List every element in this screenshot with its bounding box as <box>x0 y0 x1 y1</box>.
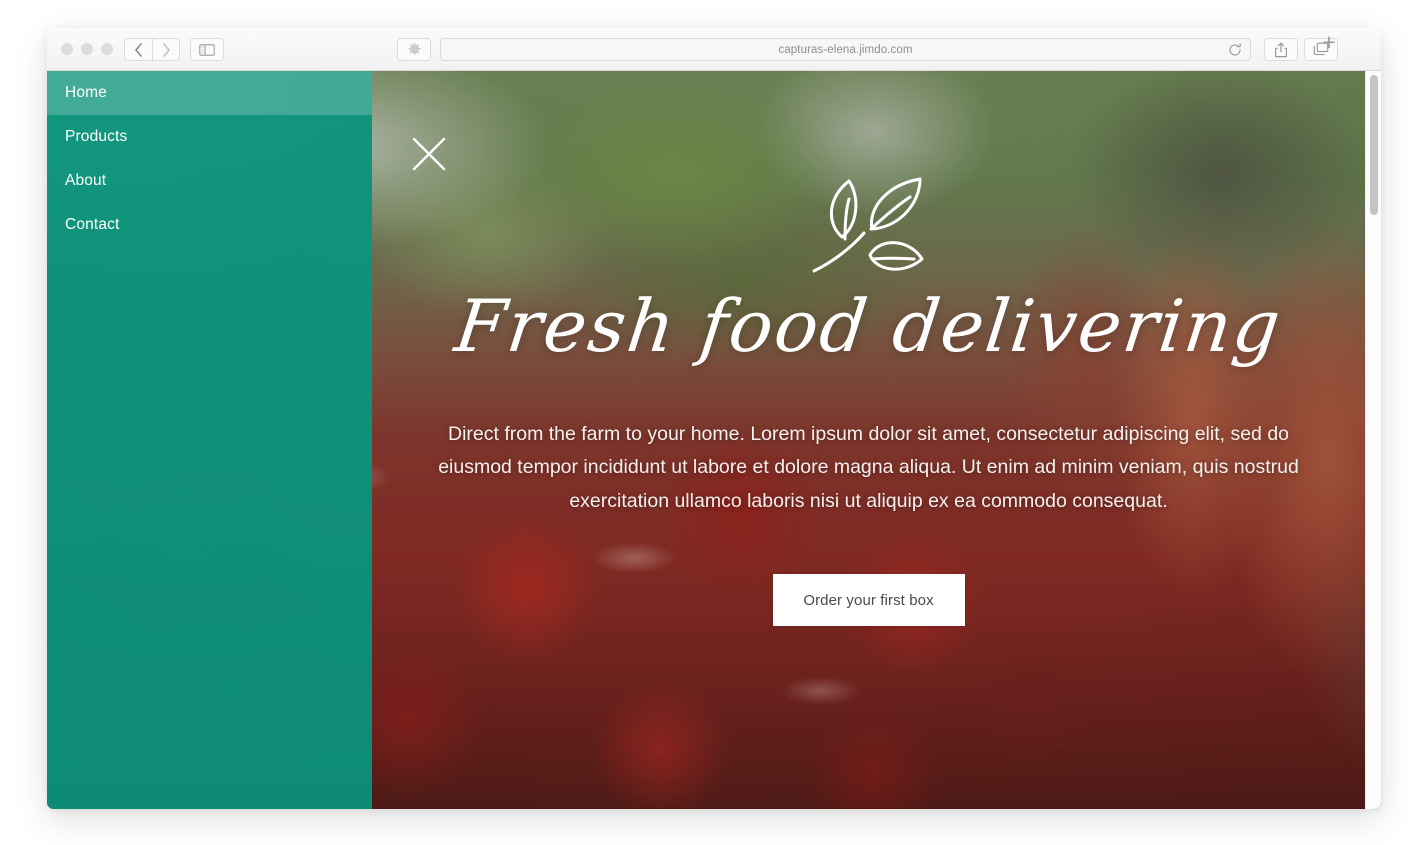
hero-headline: Fresh food delivering <box>450 284 1287 368</box>
desktop-backdrop: capturas-elena.jimdo.com Home Products A… <box>0 0 1427 845</box>
chevron-left-icon <box>135 42 142 57</box>
page-viewport: Home Products About Contact Fresh food d… <box>47 71 1381 809</box>
sidebar-item-label: Home <box>65 84 107 101</box>
address-bar[interactable]: capturas-elena.jimdo.com <box>440 38 1251 61</box>
sidebar-item-products[interactable]: Products <box>47 115 372 159</box>
sidebar-item-label: About <box>65 172 107 189</box>
cta-label: Order your first box <box>803 591 934 609</box>
sidebar-item-home[interactable]: Home <box>47 71 372 115</box>
browser-window: capturas-elena.jimdo.com Home Products A… <box>47 28 1381 809</box>
sidebar-item-about[interactable]: About <box>47 159 372 203</box>
close-window-button[interactable] <box>61 43 73 55</box>
sidebar-toggle-button[interactable] <box>190 38 224 61</box>
leaf-sprig-logo <box>812 177 923 273</box>
new-tab-label: + <box>1322 29 1336 55</box>
reload-button[interactable] <box>1227 42 1243 58</box>
back-button[interactable] <box>124 38 152 61</box>
zoom-window-button[interactable] <box>101 43 113 55</box>
share-button[interactable] <box>1264 38 1298 61</box>
scrollbar-thumb[interactable] <box>1370 75 1378 215</box>
close-icon <box>412 137 446 171</box>
share-icon <box>1275 42 1287 57</box>
reload-icon <box>1229 43 1241 56</box>
chevron-right-icon <box>162 42 170 57</box>
sidebar-item-contact[interactable]: Contact <box>47 203 372 247</box>
hero-content: Fresh food delivering Direct from the fa… <box>372 71 1365 627</box>
hero-section: Fresh food delivering Direct from the fa… <box>372 71 1365 809</box>
page-scrollbar[interactable] <box>1365 71 1381 809</box>
minimize-window-button[interactable] <box>81 43 93 55</box>
sidebar-item-label: Products <box>65 128 128 145</box>
hero-paragraph: Direct from the farm to your home. Lorem… <box>438 422 1299 512</box>
sidebar-toggle-icon <box>199 43 215 56</box>
extension-button[interactable] <box>397 38 431 61</box>
site-sidebar: Home Products About Contact <box>47 71 372 809</box>
window-traffic-lights <box>61 43 113 55</box>
sidebar-item-label: Contact <box>65 216 120 233</box>
forward-button[interactable] <box>152 38 180 61</box>
extension-puzzle-icon <box>407 42 421 56</box>
site-nav-list: Home Products About Contact <box>47 71 372 247</box>
close-overlay-button[interactable] <box>408 133 450 175</box>
browser-toolbar: capturas-elena.jimdo.com <box>47 28 1381 71</box>
new-tab-button[interactable]: + <box>1311 29 1347 65</box>
order-first-box-button[interactable]: Order your first box <box>772 574 965 627</box>
address-bar-url: capturas-elena.jimdo.com <box>778 43 913 56</box>
